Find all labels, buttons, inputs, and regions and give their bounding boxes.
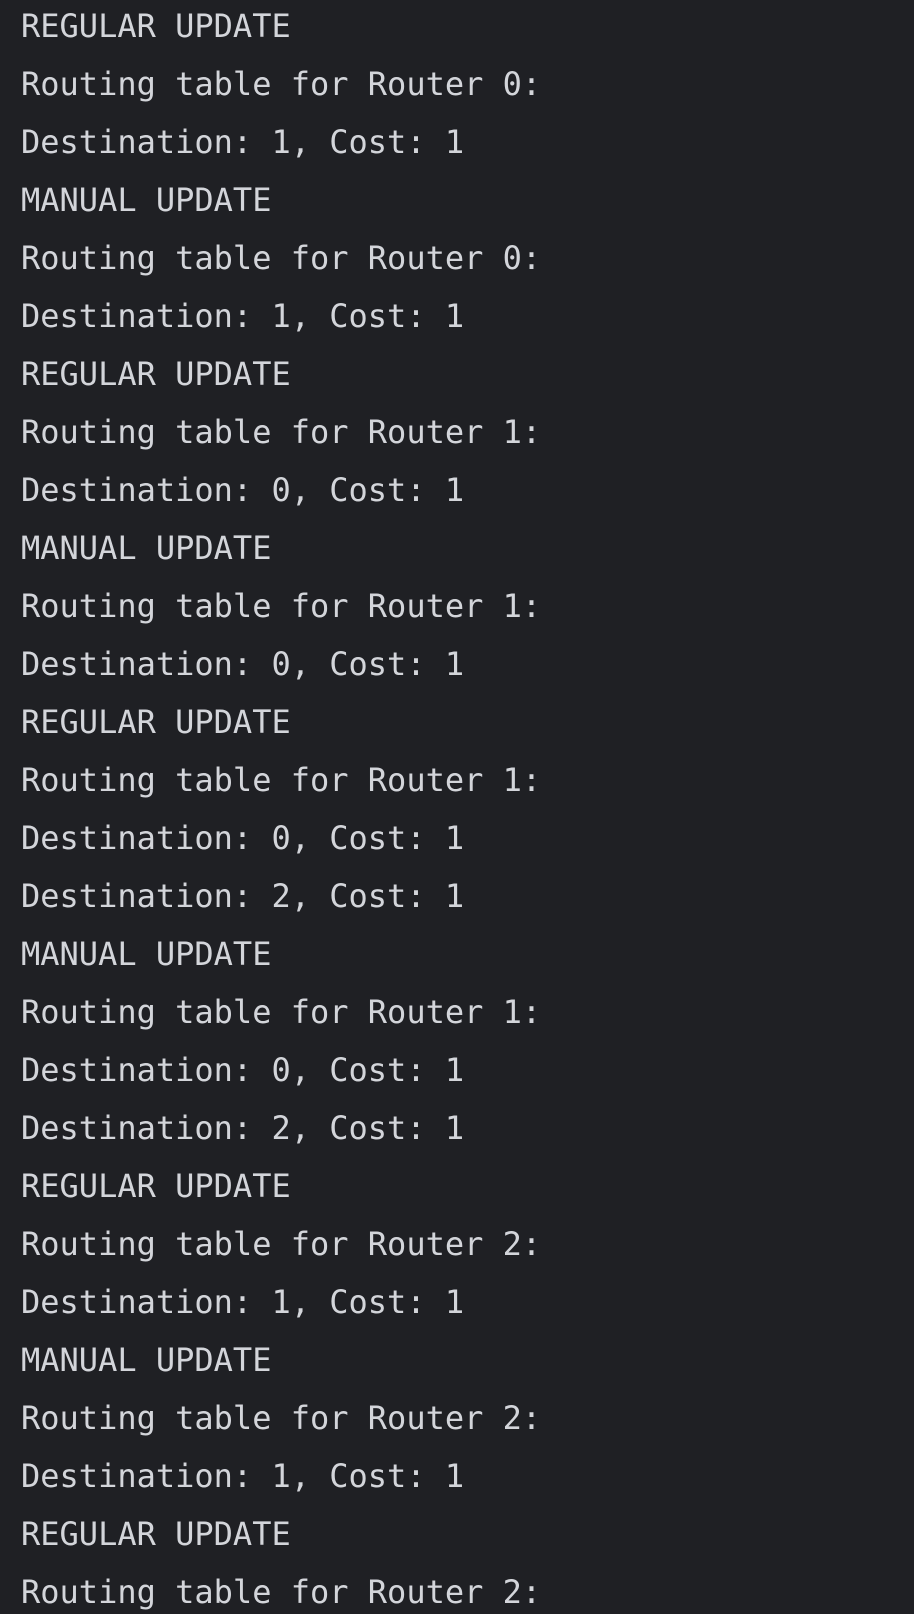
console-line: Destination: 1, Cost: 1 (21, 297, 465, 335)
console-line: MANUAL UPDATE (21, 1341, 272, 1379)
console-line: Destination: 0, Cost: 1 (21, 1051, 465, 1089)
console-line: Routing table for Router 2: (21, 1573, 542, 1611)
console-line: MANUAL UPDATE (21, 935, 272, 973)
console-line: Destination: 2, Cost: 1 (21, 1109, 465, 1147)
console-line: Destination: 0, Cost: 1 (21, 645, 465, 683)
console-line: Routing table for Router 1: (21, 587, 542, 625)
console-line: Routing table for Router 1: (21, 993, 542, 1031)
console-line: Destination: 0, Cost: 1 (21, 471, 465, 509)
console-line: Routing table for Router 1: (21, 761, 542, 799)
console-line: Routing table for Router 2: (21, 1399, 542, 1437)
console-line: REGULAR UPDATE (21, 7, 291, 45)
console-line: REGULAR UPDATE (21, 1167, 291, 1205)
console-line: Routing table for Router 2: (21, 1225, 542, 1263)
console-line: Destination: 1, Cost: 1 (21, 1283, 465, 1321)
console-line: Destination: 1, Cost: 1 (21, 1457, 465, 1495)
console-line: MANUAL UPDATE (21, 181, 272, 219)
console-line: REGULAR UPDATE (21, 355, 291, 393)
console-line: Destination: 0, Cost: 1 (21, 819, 465, 857)
console-line: Routing table for Router 0: (21, 65, 542, 103)
console-line: Routing table for Router 1: (21, 413, 542, 451)
console-line: MANUAL UPDATE (21, 529, 272, 567)
console-line: REGULAR UPDATE (21, 703, 291, 741)
console-line: Routing table for Router 0: (21, 239, 542, 277)
console-output[interactable]: REGULAR UPDATE Routing table for Router … (0, 0, 914, 1614)
console-line: Destination: 2, Cost: 1 (21, 877, 465, 915)
console-line: REGULAR UPDATE (21, 1515, 291, 1553)
console-line: Destination: 1, Cost: 1 (21, 123, 465, 161)
